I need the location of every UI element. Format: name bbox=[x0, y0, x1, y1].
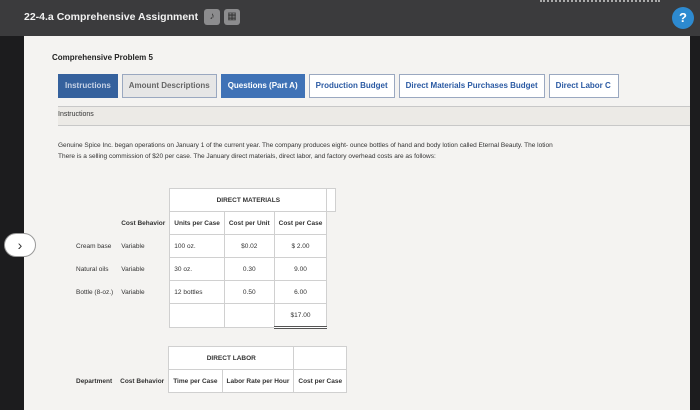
col-cost-behavior: Cost Behavior bbox=[121, 219, 166, 227]
section-header: Instructions bbox=[58, 106, 690, 126]
problem-title: Comprehensive Problem 5 bbox=[52, 53, 153, 62]
instructions-text: Genuine Spice Inc. began operations on J… bbox=[58, 140, 690, 162]
row-cost-unit: 0.50 bbox=[223, 280, 275, 304]
row-cost-unit: $0.02 bbox=[223, 234, 275, 258]
row-behavior: Variable bbox=[121, 288, 145, 296]
table-row: Bottle (8-oz.) Variable 12 bottles 0.50 … bbox=[72, 280, 336, 304]
row-behavior: Variable bbox=[121, 265, 145, 273]
row-cost-case: 6.00 bbox=[273, 280, 328, 304]
total-cost-per-case: $17.00 bbox=[273, 303, 328, 329]
col-cost-per-case: Cost per Case bbox=[273, 211, 328, 235]
progress-indicator bbox=[540, 0, 660, 5]
col-department: Department bbox=[76, 377, 113, 385]
toolbar-icons: ♪ ▦ bbox=[204, 9, 240, 25]
help-icon[interactable]: ? bbox=[672, 7, 694, 29]
col-units-per-case: Units per Case bbox=[169, 211, 225, 235]
tab-questions-part-a[interactable]: Questions (Part A) bbox=[220, 74, 305, 98]
tab-instructions[interactable]: Instructions bbox=[58, 74, 118, 98]
calculator-icon[interactable]: ▦ bbox=[224, 9, 240, 25]
row-behavior: Variable bbox=[121, 242, 145, 250]
row-units: 30 oz. bbox=[169, 257, 225, 281]
tab-direct-labor[interactable]: Direct Labor C bbox=[548, 74, 619, 98]
col-labor-rate-per-hour: Labor Rate per Hour bbox=[221, 369, 295, 393]
title-bar: 22-4.a Comprehensive Assignment ♪ ▦ ? bbox=[0, 0, 700, 36]
row-cost-case: 9.00 bbox=[273, 257, 328, 281]
row-item: Cream base bbox=[76, 242, 112, 250]
row-units: 12 bottles bbox=[169, 280, 225, 304]
col-cost-per-case: Cost per Case bbox=[293, 369, 348, 393]
instructions-line-2: There is a selling commission of $20 per… bbox=[58, 153, 436, 160]
window-title: 22-4.a Comprehensive Assignment bbox=[24, 11, 199, 23]
direct-materials-table: DIRECT MATERIALS Cost Behavior Units per… bbox=[72, 188, 337, 329]
tab-production-budget[interactable]: Production Budget bbox=[308, 74, 395, 98]
problem-panel: Comprehensive Problem 5 Instructions Amo… bbox=[24, 36, 690, 410]
col-cost-per-unit: Cost per Unit bbox=[223, 211, 275, 235]
expand-arrow-icon[interactable]: › bbox=[4, 233, 36, 257]
table-row: Cream base Variable 100 oz. $0.02 $ 2.00 bbox=[72, 234, 336, 258]
row-cost-unit: 0.30 bbox=[223, 257, 275, 281]
section-label: Instructions bbox=[58, 111, 94, 118]
col-cost-behavior: Cost Behavior bbox=[120, 377, 165, 385]
direct-materials-title: DIRECT MATERIALS bbox=[169, 188, 328, 212]
direct-labor-title: DIRECT LABOR bbox=[168, 346, 295, 370]
direct-labor-table: DIRECT LABOR Department Cost Behavior Ti… bbox=[72, 346, 348, 393]
speaker-icon[interactable]: ♪ bbox=[204, 9, 220, 25]
tab-amount-descriptions[interactable]: Amount Descriptions bbox=[121, 74, 217, 98]
col-time-per-case: Time per Case bbox=[168, 369, 223, 393]
tab-direct-materials-purchases-budget[interactable]: Direct Materials Purchases Budget bbox=[398, 74, 545, 98]
row-units: 100 oz. bbox=[169, 234, 225, 258]
row-item: Bottle (8-oz.) bbox=[76, 288, 114, 296]
row-item: Natural oils bbox=[76, 265, 109, 273]
tab-bar: Instructions Amount Descriptions Questio… bbox=[58, 74, 690, 98]
instructions-line-1: Genuine Spice Inc. began operations on J… bbox=[58, 142, 553, 149]
row-cost-case: $ 2.00 bbox=[273, 234, 328, 258]
table-row: Natural oils Variable 30 oz. 0.30 9.00 bbox=[72, 257, 336, 281]
